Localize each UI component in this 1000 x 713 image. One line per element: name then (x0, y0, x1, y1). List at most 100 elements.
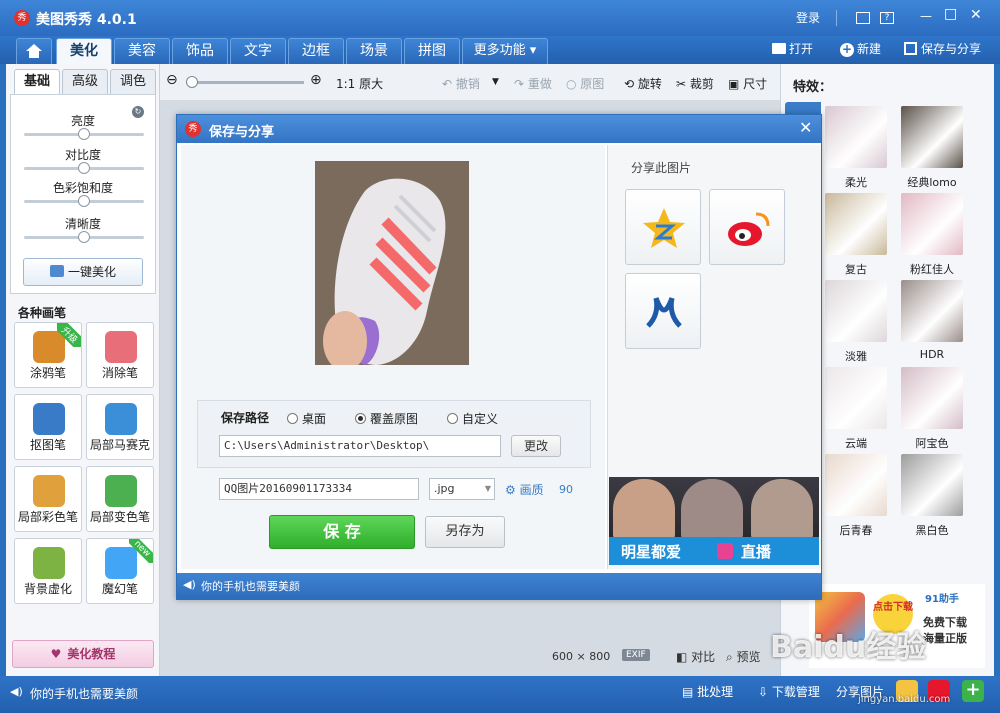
radio-indicator[interactable] (287, 413, 298, 424)
effect-label[interactable]: 阿宝色 (897, 435, 967, 451)
effect-thumbnail[interactable] (825, 280, 887, 342)
tab-basic[interactable]: 基础 (14, 69, 60, 95)
share-renren-button[interactable] (625, 273, 701, 349)
dialog-footer-message[interactable]: 你的手机也需要美颜 (201, 578, 300, 594)
message-icon[interactable] (856, 12, 870, 24)
tab-more-features[interactable]: 更多功能 ▾ (462, 38, 548, 64)
saturation-slider[interactable] (24, 195, 144, 207)
login-link[interactable]: 登录 (796, 9, 820, 26)
effect-label[interactable]: 经典lomo (897, 174, 967, 190)
tab-scene[interactable]: 场景 (346, 38, 402, 64)
effect-label[interactable]: 后青春 (821, 522, 891, 538)
cutout-brush-button[interactable]: 抠图笔 (14, 394, 82, 460)
minimize-button[interactable]: — (920, 9, 932, 23)
path-desktop-radio[interactable]: 桌面 (287, 410, 326, 427)
help-icon[interactable]: ? (880, 12, 894, 24)
open-button[interactable]: 打开 (772, 41, 813, 57)
filename-input[interactable]: QQ图片20160901173334 (219, 478, 419, 500)
magic-brush-button[interactable]: 魔幻笔 new (86, 538, 154, 604)
bg-blur-brush-button[interactable]: 背景虚化 (14, 538, 82, 604)
effect-thumbnail[interactable] (901, 193, 963, 255)
effect-label[interactable]: 粉红佳人 (897, 261, 967, 277)
mosaic-brush-button[interactable]: 局部马赛克 (86, 394, 154, 460)
weibo-icon (728, 212, 770, 246)
effect-label[interactable]: 复古 (821, 261, 891, 277)
rotate-button[interactable]: ⟲ 旋转 (624, 75, 662, 92)
effect-thumbnail[interactable] (825, 193, 887, 255)
share-weibo-button[interactable] (709, 189, 785, 265)
effect-thumbnail[interactable] (825, 454, 887, 516)
effect-label[interactable]: 柔光 (821, 174, 891, 190)
effect-thumbnail[interactable] (901, 280, 963, 342)
download-manager-button[interactable]: ⇩ 下载管理 (758, 683, 820, 700)
tab-advanced[interactable]: 高级 (62, 69, 108, 95)
color-brush-button[interactable]: 局部彩色笔 (14, 466, 82, 532)
contrast-label: 对比度 (64, 148, 101, 162)
compare-button[interactable]: ◧ 对比 (676, 648, 715, 665)
home-tab[interactable] (16, 38, 52, 64)
contrast-slider[interactable] (24, 162, 144, 174)
quality-button[interactable]: ⚙ 画质 (505, 481, 544, 498)
tab-border[interactable]: 边框 (288, 38, 344, 64)
one-click-beautify-button[interactable]: 一键美化 (23, 258, 143, 286)
tab-beauty[interactable]: 美容 (114, 38, 170, 64)
path-overwrite-radio[interactable]: 覆盖原图 (355, 410, 418, 427)
maximize-button[interactable]: □ (944, 6, 957, 22)
effect-label[interactable]: 黑白色 (897, 522, 967, 538)
dialog-close-icon[interactable]: ✕ (799, 118, 812, 137)
effect-thumbnail[interactable] (901, 106, 963, 168)
effect-label[interactable]: 云端 (821, 435, 891, 451)
effect-thumbnail[interactable] (901, 454, 963, 516)
contrast-knob[interactable] (78, 162, 90, 174)
extension-select[interactable]: .jpg ▼ (429, 478, 495, 500)
exif-badge[interactable]: EXIF (622, 649, 650, 661)
zoom-slider-knob[interactable] (186, 76, 198, 88)
brightness-slider[interactable] (24, 128, 144, 140)
sharpness-slider[interactable] (24, 231, 144, 243)
save-button[interactable]: 保 存 (269, 515, 415, 549)
new-button[interactable]: + 新建 (840, 41, 881, 57)
preview-button[interactable]: ⌕ 预览 (726, 648, 761, 665)
effect-label[interactable]: HDR (897, 348, 967, 361)
undo-button[interactable]: ↶ 撤销 (442, 75, 480, 92)
effect-thumbnail[interactable] (901, 367, 963, 429)
redo-button[interactable]: ↷ 重做 (514, 75, 552, 92)
original-size-button[interactable]: 1:1 原大 (336, 75, 383, 92)
effect-thumbnail[interactable] (825, 367, 887, 429)
batch-process-button[interactable]: ▤ 批处理 (682, 683, 733, 700)
radio-indicator[interactable] (447, 413, 458, 424)
effect-thumbnail[interactable] (825, 106, 887, 168)
tutorial-button[interactable]: ♥ 美化教程 (12, 640, 154, 668)
status-message[interactable]: 你的手机也需要美颜 (30, 685, 138, 702)
tab-collage[interactable]: 拼图 (404, 38, 460, 64)
zoom-in-icon[interactable]: ⊕ (310, 72, 322, 88)
brightness-knob[interactable] (78, 128, 90, 140)
zoom-slider[interactable] (186, 76, 304, 88)
original-button[interactable]: ○ 原图 (566, 75, 604, 92)
undo-dropdown-icon[interactable]: ▼ (492, 77, 499, 87)
tab-text[interactable]: 文字 (230, 38, 286, 64)
share-qzone-button[interactable] (625, 189, 701, 265)
tab-color-tune[interactable]: 调色 (110, 69, 156, 95)
path-input[interactable]: C:\Users\Administrator\Desktop\ (219, 435, 501, 457)
crop-button[interactable]: ✂ 裁剪 (676, 75, 714, 92)
saturation-knob[interactable] (78, 195, 90, 207)
save-as-button[interactable]: 另存为 (425, 516, 505, 548)
resize-button[interactable]: ▣ 尺寸 (728, 75, 767, 92)
radio-indicator[interactable] (355, 413, 366, 424)
path-custom-radio[interactable]: 自定义 (447, 410, 498, 427)
sharpness-knob[interactable] (78, 231, 90, 243)
close-button[interactable]: ✕ (970, 7, 982, 23)
tab-beautify[interactable]: 美化 (56, 38, 112, 64)
add-share-icon[interactable]: + (962, 680, 984, 702)
promo-banner[interactable]: 明星都爱 直播 (609, 477, 819, 565)
graffiti-brush-button[interactable]: 涂鸦笔 升级 (14, 322, 82, 388)
change-path-button[interactable]: 更改 (511, 435, 561, 457)
zoom-out-icon[interactable]: ⊖ (166, 72, 178, 88)
recolor-brush-button[interactable]: 局部变色笔 (86, 466, 154, 532)
eraser-brush-button[interactable]: 消除笔 (86, 322, 154, 388)
folder-icon (772, 43, 786, 54)
save-share-button[interactable]: 保存与分享 (904, 41, 981, 57)
effect-label[interactable]: 淡雅 (821, 348, 891, 364)
tab-accessories[interactable]: 饰品 (172, 38, 228, 64)
